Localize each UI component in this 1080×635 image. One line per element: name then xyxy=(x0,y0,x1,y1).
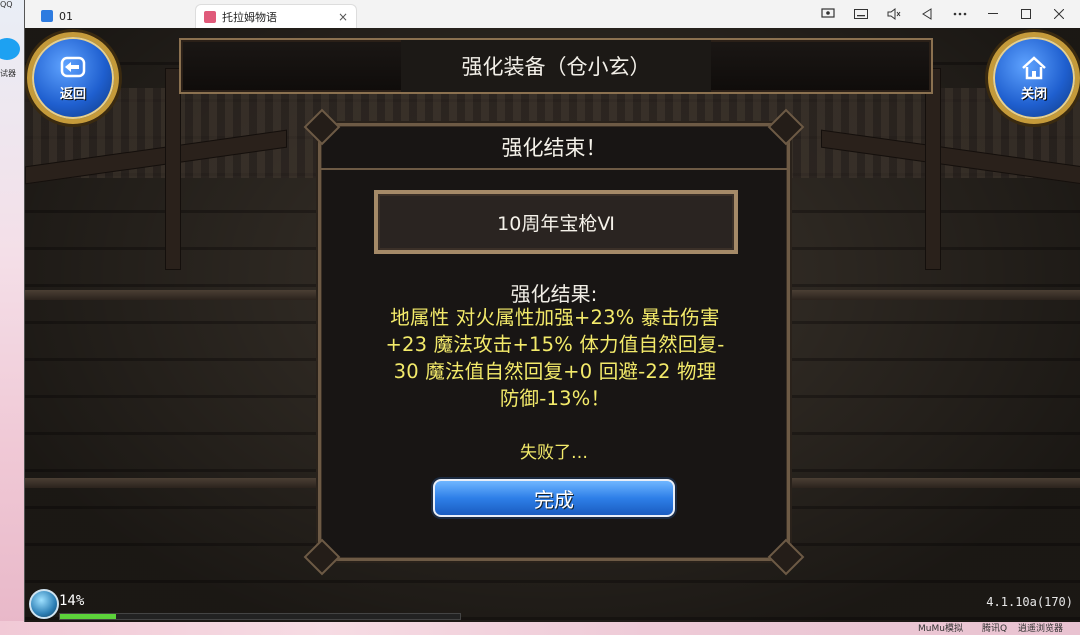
window-controls xyxy=(811,0,1075,28)
game-viewport: 强化装备（仓小玄） 返回 关闭 强化结束！ 10周年宝枪Ⅵ 强化结果: 地属性 … xyxy=(25,28,1080,622)
desktop-left-strip: QQ 试器 xyxy=(0,0,24,635)
taskbar-item-qq[interactable]: 腾讯Q xyxy=(982,621,1007,634)
dialog-corner-ornament xyxy=(767,538,805,576)
close-button-label: 关闭 xyxy=(1020,86,1047,102)
tab-toram[interactable]: 托拉姆物语 × xyxy=(195,4,357,29)
result-line: 30 魔法值自然回复+0 回避-22 物理 xyxy=(393,360,717,383)
minimize-icon[interactable] xyxy=(976,0,1009,28)
window-titlebar: 01 托拉姆物语 × xyxy=(25,0,1080,29)
keyboard-icon[interactable] xyxy=(844,0,877,28)
cloud-app-icon[interactable] xyxy=(0,38,20,60)
result-label: 强化结果: xyxy=(510,282,598,306)
more-icon[interactable] xyxy=(943,0,976,28)
back-triangle-icon[interactable] xyxy=(910,0,943,28)
page-title: 强化装备（仓小玄） xyxy=(401,40,711,92)
desktop-taskbar: MuMu模拟 腾讯Q 逍遥浏览器 xyxy=(0,621,1080,635)
back-button-label: 返回 xyxy=(59,86,86,102)
tab-label: 托拉姆物语 xyxy=(222,11,277,24)
dialog-corner-ornament xyxy=(303,538,341,576)
progress-bar xyxy=(59,613,461,620)
fail-text: 失败了… xyxy=(520,443,588,463)
version-label: 4.1.10a(170) xyxy=(986,595,1073,609)
ship-post-right xyxy=(925,68,941,270)
tab-01[interactable]: 01 xyxy=(33,4,193,28)
item-name-box: 10周年宝枪Ⅵ xyxy=(374,190,738,254)
back-arrow-icon xyxy=(60,56,86,77)
app-favicon-icon xyxy=(41,10,53,22)
result-text: 地属性 对火属性加强+23% 暴击伤害 +23 魔法攻击+15% 体力值自然回复… xyxy=(343,304,767,412)
screen-record-icon[interactable] xyxy=(811,0,844,28)
close-button[interactable]: 关闭 xyxy=(988,32,1080,124)
ship-post-left xyxy=(165,68,181,270)
dialog-header: 强化结束！ xyxy=(321,126,787,170)
volume-mute-icon[interactable] xyxy=(877,0,910,28)
game-favicon-icon xyxy=(204,11,216,23)
title-banner: 强化装备（仓小玄） xyxy=(179,38,933,94)
close-icon[interactable] xyxy=(1042,0,1075,28)
enhance-result-dialog: 强化结束！ 10周年宝枪Ⅵ 强化结果: 地属性 对火属性加强+23% 暴击伤害 … xyxy=(303,108,805,576)
loading-globe-icon xyxy=(29,589,59,619)
result-line: 防御-13%！ xyxy=(499,387,611,410)
progress-percent: 14% xyxy=(59,593,85,609)
tab-close-icon[interactable]: × xyxy=(338,10,348,24)
taskbar-item-browser[interactable]: 逍遥浏览器 xyxy=(1018,621,1063,634)
progress-bar-fill xyxy=(60,614,116,619)
result-line: +23 魔法攻击+15% 体力值自然回复- xyxy=(385,333,725,356)
result-line: 地属性 对火属性加强+23% 暴击伤害 xyxy=(390,306,720,329)
desktop-qq-label: QQ xyxy=(0,0,13,9)
maximize-icon[interactable] xyxy=(1009,0,1042,28)
taskbar-item-mumu[interactable]: MuMu模拟 xyxy=(918,621,963,634)
home-icon xyxy=(1022,55,1046,79)
emulator-window: 01 托拉姆物语 × 强化装备（仓小玄） 返回 关闭 强化结束！ 10周年宝枪Ⅵ… xyxy=(24,0,1080,622)
done-button[interactable]: 完成 xyxy=(433,479,675,517)
back-button[interactable]: 返回 xyxy=(27,32,119,124)
desktop-app-label: 试器 xyxy=(0,69,16,78)
tab-label: 01 xyxy=(59,9,73,23)
